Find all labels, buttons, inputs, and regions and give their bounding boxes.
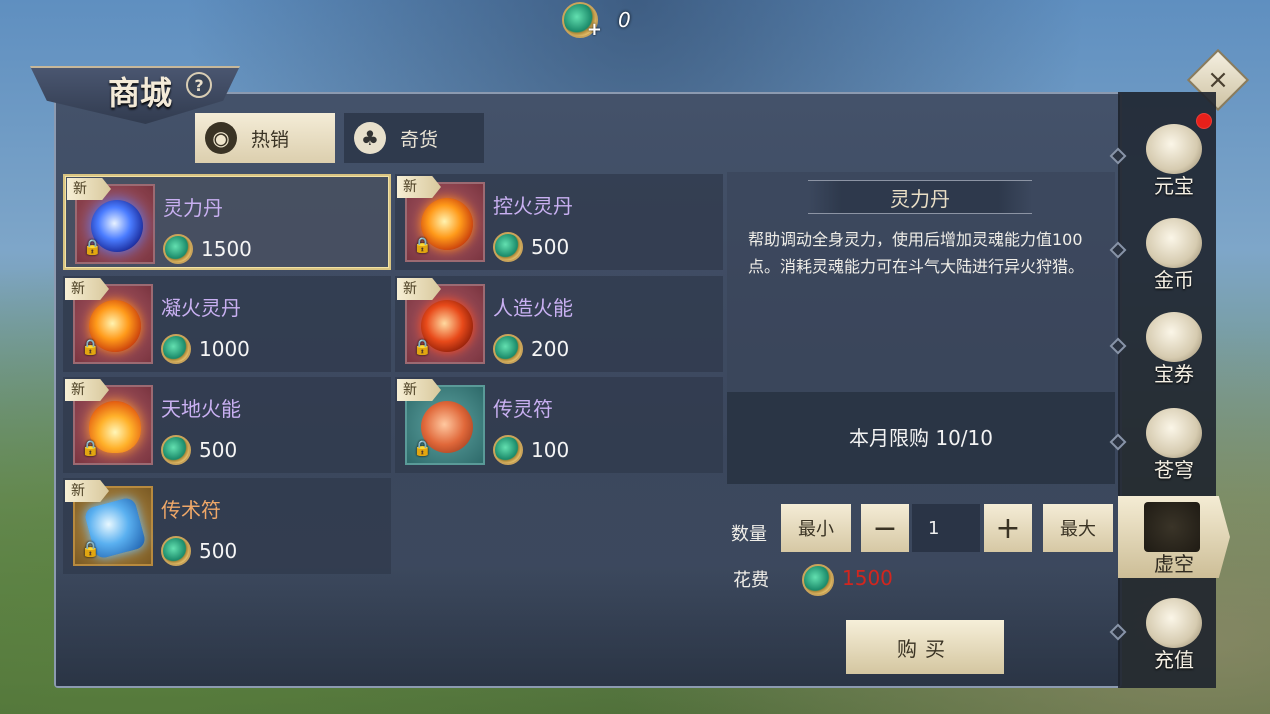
sky-orb-icon	[1146, 408, 1202, 458]
shop-item-ninghuo-lingdan[interactable]: 🔒 新 凝火灵丹 1000	[63, 276, 391, 372]
item-name: 控火灵丹	[493, 194, 573, 218]
sidebar-item-jinbi[interactable]: 金币	[1124, 212, 1218, 298]
sidebar-item-yuanbao[interactable]: 元宝	[1124, 118, 1218, 204]
item-name: 传术符	[161, 498, 221, 522]
tab-hot[interactable]: ◉ 热销	[195, 113, 335, 163]
tab-hot-label: 热销	[251, 128, 290, 151]
top-currency[interactable]: + 0	[562, 2, 631, 40]
lock-icon: 🔒	[81, 439, 100, 457]
item-name: 凝火灵丹	[161, 296, 241, 320]
quantity-input[interactable]: 1	[912, 504, 980, 552]
new-badge: 新	[65, 278, 109, 300]
min-button[interactable]: 最小	[781, 504, 851, 552]
item-name: 人造火能	[493, 296, 573, 320]
shop-item-chuanshu-fu[interactable]: 🔒 新 传术符 500	[63, 478, 391, 574]
item-price-value: 500	[531, 235, 570, 259]
currency-value: 0	[618, 8, 631, 32]
item-name: 传灵符	[493, 397, 553, 421]
jade-coin-icon[interactable]: +	[562, 2, 602, 40]
item-price: 500	[493, 232, 569, 262]
shop-item-chuanling-fu[interactable]: 🔒 新 传灵符 100	[395, 377, 723, 473]
sidebar-item-label: 金币	[1154, 268, 1194, 292]
jade-coin-icon	[161, 536, 191, 566]
coin-stack-icon	[1146, 598, 1202, 648]
jade-coin-icon	[493, 232, 523, 262]
item-price: 100	[493, 435, 569, 465]
minus-button[interactable]: −	[861, 504, 909, 552]
item-price: 500	[161, 435, 237, 465]
treasure-bag-icon: ♣	[354, 122, 386, 154]
jade-coin-icon	[802, 564, 834, 596]
sidebar-item-xukong[interactable]: 虚空	[1118, 496, 1230, 578]
jade-coin-icon	[163, 234, 193, 264]
item-price-value: 200	[531, 337, 570, 361]
tab-rare[interactable]: ♣ 奇货	[344, 113, 484, 163]
detail-description: 帮助调动全身灵力，使用后增加灵魂能力值100点。消耗灵魂能力可在斗气大陆进行异火…	[748, 230, 1085, 276]
purchase-limit: 本月限购 10/10	[849, 426, 993, 450]
lock-icon: 🔒	[81, 540, 100, 558]
lock-icon: 🔒	[81, 338, 100, 356]
void-gate-icon	[1144, 502, 1200, 552]
voucher-icon	[1146, 312, 1202, 362]
new-badge: 新	[65, 480, 109, 502]
item-name: 灵力丹	[163, 196, 223, 220]
quantity-label: 数量	[731, 524, 767, 545]
detail-title: 灵力丹	[808, 180, 1032, 214]
item-price: 1000	[161, 334, 250, 364]
sidebar-item-chongzhi[interactable]: 充值	[1124, 592, 1218, 678]
sidebar-item-label: 宝券	[1154, 362, 1194, 386]
shop-item-lingli-dan[interactable]: 🔒 新 灵力丹 1500	[63, 174, 391, 270]
jade-coin-icon	[161, 435, 191, 465]
sidebar-item-cangqiong[interactable]: 苍穹	[1124, 402, 1218, 488]
sidebar-item-label: 元宝	[1154, 174, 1194, 198]
shop-item-tiandi-huoneng[interactable]: 🔒 新 天地火能 500	[63, 377, 391, 473]
gold-coin-icon	[1146, 218, 1202, 268]
help-icon[interactable]: ?	[186, 72, 212, 98]
notification-dot	[1196, 113, 1212, 129]
item-price-value: 500	[199, 438, 238, 462]
page-title: 商城	[108, 74, 173, 112]
item-price: 500	[161, 536, 237, 566]
sidebar-item-baoquan[interactable]: 宝券	[1124, 306, 1218, 392]
item-price-value: 100	[531, 438, 570, 462]
ingot-icon	[1146, 124, 1202, 174]
item-price: 200	[493, 334, 569, 364]
new-badge: 新	[397, 379, 441, 401]
buy-button[interactable]: 购买	[846, 620, 1004, 674]
cost-value: 1500	[842, 566, 893, 590]
plus-button[interactable]: +	[984, 504, 1032, 552]
item-price: 1500	[163, 234, 252, 264]
sidebar-item-label: 虚空	[1154, 552, 1194, 576]
new-badge: 新	[397, 176, 441, 198]
lock-icon: 🔒	[413, 439, 432, 457]
item-name: 天地火能	[161, 397, 241, 421]
lock-icon: 🔒	[83, 238, 102, 256]
sidebar-item-label: 充值	[1154, 648, 1194, 672]
new-badge: 新	[397, 278, 441, 300]
jade-coin-icon	[161, 334, 191, 364]
max-button[interactable]: 最大	[1043, 504, 1113, 552]
sidebar-item-label: 苍穹	[1154, 458, 1194, 482]
new-badge: 新	[67, 178, 111, 200]
hot-sale-icon: ◉	[205, 122, 237, 154]
item-price-value: 1500	[201, 237, 252, 261]
lock-icon: 🔒	[413, 236, 432, 254]
cost-label: 花费	[733, 570, 769, 591]
item-price-value: 1000	[199, 337, 250, 361]
jade-coin-icon	[493, 334, 523, 364]
shop-item-renzao-huoneng[interactable]: 🔒 新 人造火能 200	[395, 276, 723, 372]
lock-icon: 🔒	[413, 338, 432, 356]
new-badge: 新	[65, 379, 109, 401]
jade-coin-icon	[493, 435, 523, 465]
item-price-value: 500	[199, 539, 238, 563]
shop-item-konghuo-lingdan[interactable]: 🔒 新 控火灵丹 500	[395, 174, 723, 270]
tab-rare-label: 奇货	[400, 128, 439, 151]
